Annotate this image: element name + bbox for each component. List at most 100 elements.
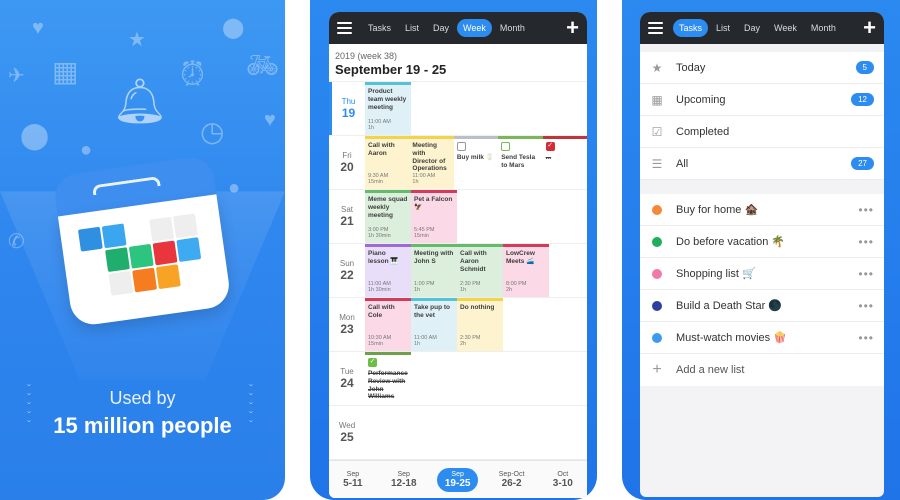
tab-month[interactable]: Month: [805, 19, 842, 37]
task-card[interactable]: Buy milk 🥛: [453, 136, 499, 189]
event-card[interactable]: Take pup to the vet 11:00 AM 1h: [411, 298, 457, 351]
more-options-icon[interactable]: •••: [858, 203, 874, 217]
event-time: 11:00 AM 1h: [368, 119, 391, 132]
checked-checkbox-icon[interactable]: ✓: [545, 142, 555, 151]
tab-month[interactable]: Month: [494, 19, 531, 37]
tab-list[interactable]: List: [710, 19, 736, 37]
task-list-item[interactable]: Buy for home 🏚️ •••: [640, 194, 884, 226]
add-icon[interactable]: +: [863, 17, 876, 39]
star-icon: ★: [651, 60, 663, 75]
filter-today[interactable]: ★ Today 5: [640, 52, 884, 84]
event-card[interactable]: Do nothing 2:30 PM 2h: [457, 298, 503, 351]
week-navigator: Sep 5-11 Sep 12-18 Sep 19-25 Sep-Oct 26-2 Oct 3-1…: [329, 460, 587, 498]
filter-label: All: [676, 157, 689, 170]
event-card[interactable]: Call with Cole 10:30 AM 15min: [365, 298, 411, 351]
checkbox-icon[interactable]: [456, 142, 466, 151]
checked-checkbox-icon[interactable]: ✓: [368, 358, 377, 367]
day-number: 22: [340, 268, 354, 282]
grid-cell: [77, 226, 103, 252]
add-list-label: Add a new list: [676, 364, 745, 376]
tab-week[interactable]: Week: [768, 19, 803, 37]
filter-all[interactable]: ☰ All 27: [640, 148, 884, 180]
event-title: Call with Aaron: [368, 142, 395, 157]
event-card[interactable]: Meeting with John S 1:00 PM 1h: [411, 244, 457, 297]
event-card[interactable]: Meeting with Director of Operations 11:00…: [409, 136, 454, 189]
event-card[interactable]: LowCrew Meets 🚄 8:00 PM 2h: [503, 244, 549, 297]
checkbox-icon: ☑: [651, 124, 663, 139]
more-options-icon[interactable]: •••: [858, 331, 874, 345]
day-number: 21: [340, 214, 354, 228]
day-name: Mon: [339, 313, 355, 322]
grid-cell: [179, 260, 205, 286]
tab-list[interactable]: List: [399, 19, 425, 37]
event-card[interactable]: Piano lesson 🎹 11:00 AM 1h 30min: [365, 244, 411, 297]
checkbox-icon[interactable]: [501, 142, 511, 151]
task-list-item[interactable]: Do before vacation 🌴 •••: [640, 226, 884, 258]
tab-tasks[interactable]: Tasks: [673, 19, 709, 37]
task-card[interactable]: Send Tesla to Mars: [498, 136, 543, 189]
event-time: 11:00 AM 1h: [412, 173, 435, 186]
week-days: Thu 19 Product team weekly meeting 11:00 AM…: [329, 82, 587, 460]
event-duration: 2h: [460, 341, 467, 348]
task-card[interactable]: ✓ Performance Review with John Williams: [365, 352, 411, 405]
week-month: Sep: [346, 470, 360, 478]
list-icon: ☰: [651, 156, 663, 171]
week-range: 5-11: [343, 477, 363, 489]
week-button[interactable]: Sep 19-25: [436, 467, 479, 492]
event-start: 11:00 AM: [414, 334, 437, 341]
task-list-item[interactable]: Build a Death Star 🌑 •••: [640, 290, 884, 322]
week-button[interactable]: Sep-Oct 26-2: [491, 468, 533, 492]
bell-icon: 🔔︎: [112, 77, 168, 126]
event-title: Take pup to the vet: [414, 304, 450, 319]
day-number: 23: [340, 322, 354, 336]
more-options-icon[interactable]: •••: [858, 267, 874, 281]
event-card[interactable]: Call with Aaron Schmidt 2:30 PM 1h: [457, 244, 503, 297]
more-options-icon[interactable]: •••: [858, 299, 874, 313]
tab-week[interactable]: Week: [457, 19, 492, 37]
tab-tasks[interactable]: Tasks: [362, 19, 397, 37]
event-duration: 15min: [414, 233, 429, 240]
phone-icon: ✆: [8, 231, 25, 253]
airplane-icon: ✈: [8, 65, 25, 87]
week-button[interactable]: Sep 12-18: [383, 468, 425, 492]
tab-day[interactable]: Day: [738, 19, 766, 37]
task-lists: Buy for home 🏚️ ••• Do before vacation 🌴 ••…: [640, 194, 884, 386]
menu-icon[interactable]: [648, 22, 663, 34]
person-icon: ●: [228, 177, 241, 199]
tab-day[interactable]: Day: [427, 19, 455, 37]
task-list-item[interactable]: Shopping list 🛒 •••: [640, 258, 884, 290]
grid-cell: [105, 247, 130, 273]
menu-icon[interactable]: [337, 22, 352, 34]
event-card[interactable]: Pet a Falcon 🦅 5:45 PM 15min: [411, 190, 457, 243]
event-duration: 2h: [506, 287, 513, 294]
count-badge: 12: [851, 93, 874, 106]
task-card[interactable]: ✓...: [542, 136, 587, 189]
day-name: Fri: [342, 151, 352, 160]
grid-cell: [152, 240, 178, 266]
event-card[interactable]: Call with Aaron 9:30 AM 15min: [365, 136, 410, 189]
week-month: Sep: [451, 470, 464, 478]
task-title: Buy milk 🥛: [456, 154, 494, 161]
week-button[interactable]: Oct 3-10: [545, 468, 581, 492]
event-time: 11:00 AM 1h 30min: [368, 281, 391, 294]
day-row: Fri 20 Call with Aaron 9:30 AM 15min Meeting …: [329, 136, 587, 190]
day-events: Call with Aaron 9:30 AM 15min Meeting with …: [365, 136, 587, 189]
grid-cell: [84, 274, 110, 300]
event-duration: 1h 30min: [368, 233, 391, 240]
heart-icon: ♥: [32, 17, 44, 39]
view-tabs: Tasks List Day Week Month: [673, 19, 863, 37]
more-options-icon[interactable]: •••: [858, 235, 874, 249]
task-list-item[interactable]: Must-watch movies 🍿 •••: [640, 322, 884, 354]
filter-label: Upcoming: [676, 93, 726, 106]
filter-upcoming[interactable]: ▦ Upcoming 12: [640, 84, 884, 116]
task-title: Performance Review with John Williams: [368, 370, 408, 401]
tagline-line2: 15 million people: [53, 413, 232, 438]
tagline: Used by 15 million people: [0, 388, 285, 439]
add-list-button[interactable]: + Add a new list: [640, 354, 884, 386]
event-card[interactable]: Product team weekly meeting 11:00 AM 1h: [365, 82, 411, 135]
week-button[interactable]: Sep 5-11: [335, 468, 370, 492]
event-card[interactable]: Meme squad weekly meeting 3:00 PM 1h 30min: [365, 190, 411, 243]
event-start: 11:00 AM: [368, 280, 391, 287]
filter-completed[interactable]: ☑ Completed: [640, 116, 884, 148]
add-icon[interactable]: +: [566, 17, 579, 39]
